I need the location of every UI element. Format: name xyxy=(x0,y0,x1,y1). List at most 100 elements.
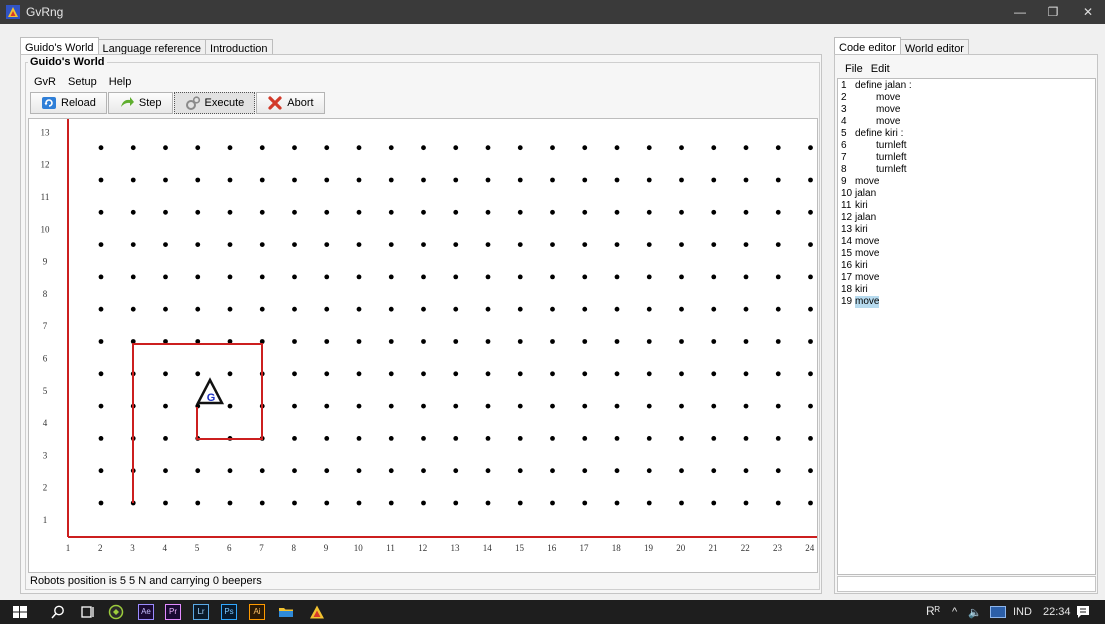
restore-icon[interactable]: ❐ xyxy=(1036,0,1070,24)
windows-start-icon[interactable] xyxy=(12,604,28,620)
code-line[interactable]: 6 turnleft xyxy=(838,140,1095,152)
volume-icon[interactable]: 🔈 xyxy=(968,606,982,619)
y-axis-label: 6 xyxy=(43,354,48,364)
corner-dot xyxy=(388,274,394,280)
corner-dot xyxy=(646,500,652,506)
corner-dot xyxy=(259,242,265,247)
file-explorer-icon[interactable] xyxy=(278,604,294,620)
x-axis-label: 7 xyxy=(259,543,264,553)
corner-dot xyxy=(808,436,813,441)
abort-button[interactable]: Abort xyxy=(256,92,325,114)
corner-dot xyxy=(195,306,201,312)
corner-dot xyxy=(808,145,813,151)
y-axis-label: 11 xyxy=(41,192,50,202)
abort-label: Abort xyxy=(287,97,314,109)
line-number: 13 xyxy=(841,224,853,235)
corner-dot xyxy=(646,306,652,312)
people-icon[interactable]: Rᴿ xyxy=(926,604,940,618)
reload-button[interactable]: Reload xyxy=(30,92,107,114)
menu-gvr[interactable]: GvR xyxy=(32,76,58,88)
corner-dot xyxy=(743,403,749,409)
task-view-icon[interactable] xyxy=(80,604,96,620)
corner-dot xyxy=(775,209,781,215)
menu-setup[interactable]: Setup xyxy=(66,76,99,88)
corner-dot xyxy=(98,468,104,474)
code-line[interactable]: 5 define kiri : xyxy=(838,128,1095,140)
code-text: turnleft xyxy=(876,152,907,163)
app-icon[interactable] xyxy=(108,604,124,620)
corner-dot xyxy=(259,500,265,506)
code-editor-pane: File Edit 1 define jalan : 2 move 3 move 4 move… xyxy=(834,54,1098,594)
corner-dot xyxy=(614,339,620,344)
menu-help[interactable]: Help xyxy=(107,76,134,88)
corner-dot xyxy=(163,177,168,183)
corner-dot xyxy=(711,306,717,312)
premiere-icon[interactable]: Pr xyxy=(165,604,181,620)
clock[interactable]: 22:34 xyxy=(1043,606,1071,618)
lightroom-icon[interactable]: Lr xyxy=(193,604,209,620)
corner-dot xyxy=(614,274,620,280)
code-editor[interactable]: 1 define jalan : 2 move 3 move 4 move 5 define ki… xyxy=(837,78,1096,575)
corner-dot xyxy=(98,209,104,215)
gvrng-icon[interactable] xyxy=(309,604,325,620)
corner-dot xyxy=(743,306,749,312)
network-icon[interactable] xyxy=(990,606,1006,618)
corner-dot xyxy=(98,145,104,151)
illustrator-icon[interactable]: Ai xyxy=(249,604,265,620)
code-line[interactable]: 13 kiri xyxy=(838,224,1095,236)
x-axis-label: 12 xyxy=(418,543,427,553)
line-number: 4 xyxy=(841,116,847,127)
search-icon[interactable] xyxy=(50,604,66,620)
world-canvas[interactable]: 1 2 3 4 5 6 7 8 9 10 11 12 13 14 15 16 17 18 19 20 21 22 23 24 1… xyxy=(28,118,818,573)
chevron-up-icon[interactable]: ^ xyxy=(952,606,957,618)
corner-dot xyxy=(775,371,781,377)
code-text: define jalan : xyxy=(855,80,912,91)
y-axis-label: 10 xyxy=(41,224,51,234)
corner-dot xyxy=(388,436,394,441)
code-line[interactable]: 15 move xyxy=(838,248,1095,260)
corner-dot xyxy=(517,145,523,151)
corner-dot xyxy=(356,306,362,312)
minimize-icon[interactable]: — xyxy=(1003,0,1037,24)
corner-dot xyxy=(195,274,201,280)
corner-dot xyxy=(292,242,297,247)
code-line[interactable]: 11 kiri xyxy=(838,200,1095,212)
photoshop-icon[interactable]: Ps xyxy=(221,604,237,620)
corner-dot xyxy=(259,274,265,280)
window-client: Guido's World Language reference Introdu… xyxy=(0,24,1105,600)
group-title: Guido's World xyxy=(28,56,107,68)
language-indicator[interactable]: IND xyxy=(1013,606,1032,618)
code-line[interactable]: 19 move xyxy=(838,296,1095,308)
code-line[interactable]: 14 move xyxy=(838,236,1095,248)
corner-dot xyxy=(227,242,233,247)
execute-button[interactable]: Execute xyxy=(173,92,256,114)
corner-dot xyxy=(550,306,555,312)
corner-dot xyxy=(743,209,749,215)
corner-dot xyxy=(453,403,459,409)
notification-icon[interactable] xyxy=(1075,604,1091,620)
code-line[interactable]: 10 jalan xyxy=(838,188,1095,200)
code-line[interactable]: 2 move xyxy=(838,92,1095,104)
code-line[interactable]: 17 move xyxy=(838,272,1095,284)
menu-edit[interactable]: Edit xyxy=(871,63,890,75)
x-axis-label: 13 xyxy=(451,543,461,553)
code-line[interactable]: 12 jalan xyxy=(838,212,1095,224)
code-line[interactable]: 7 turnleft xyxy=(838,152,1095,164)
code-line[interactable]: 1 define jalan : xyxy=(838,80,1095,92)
corner-dot xyxy=(646,177,652,183)
close-icon[interactable]: ✕ xyxy=(1071,0,1105,24)
code-line[interactable]: 4 move xyxy=(838,116,1095,128)
corner-dot xyxy=(227,209,233,215)
corner-dot xyxy=(743,500,749,506)
code-line[interactable]: 18 kiri xyxy=(838,284,1095,296)
corner-dot xyxy=(485,209,491,215)
code-line[interactable]: 8 turnleft xyxy=(838,164,1095,176)
corner-dot xyxy=(163,242,168,247)
code-line[interactable]: 3 move xyxy=(838,104,1095,116)
code-line[interactable]: 9 move xyxy=(838,176,1095,188)
menu-file[interactable]: File xyxy=(845,63,863,75)
step-button[interactable]: Step xyxy=(107,92,173,114)
after-effects-icon[interactable]: Ae xyxy=(138,604,154,620)
corner-dot xyxy=(98,371,104,377)
code-line[interactable]: 16 kiri xyxy=(838,260,1095,272)
